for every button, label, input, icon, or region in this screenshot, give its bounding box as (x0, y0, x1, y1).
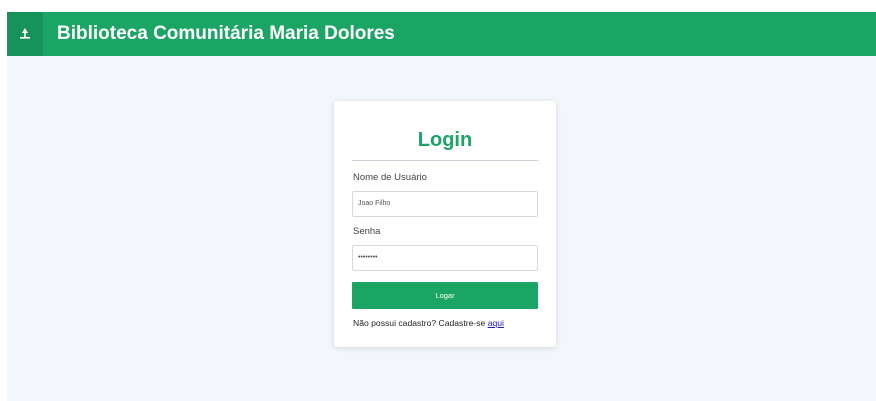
login-card: Login Nome de Usuário Joao Filho Senha •… (334, 101, 556, 347)
library-icon (20, 28, 30, 39)
logo[interactable] (7, 12, 43, 56)
register-link[interactable]: aqui (488, 318, 504, 328)
login-button[interactable]: Logar (352, 282, 538, 309)
top-header: Biblioteca Comunitária Maria Dolores (7, 12, 876, 56)
password-input[interactable]: •••••••• (352, 245, 538, 271)
register-prompt-text: Não possui cadastro? Cadastre-se (353, 318, 488, 328)
login-title: Login (417, 129, 473, 151)
username-input[interactable]: Joao Filho (352, 191, 538, 217)
app-frame: Biblioteca Comunitária Maria Dolores Log… (7, 12, 876, 401)
password-label: Senha (353, 226, 381, 237)
title-divider (352, 160, 538, 161)
register-prompt: Não possui cadastro? Cadastre-se aqui (353, 318, 504, 328)
username-label: Nome de Usuário (353, 172, 427, 183)
app-title: Biblioteca Comunitária Maria Dolores (57, 23, 395, 44)
